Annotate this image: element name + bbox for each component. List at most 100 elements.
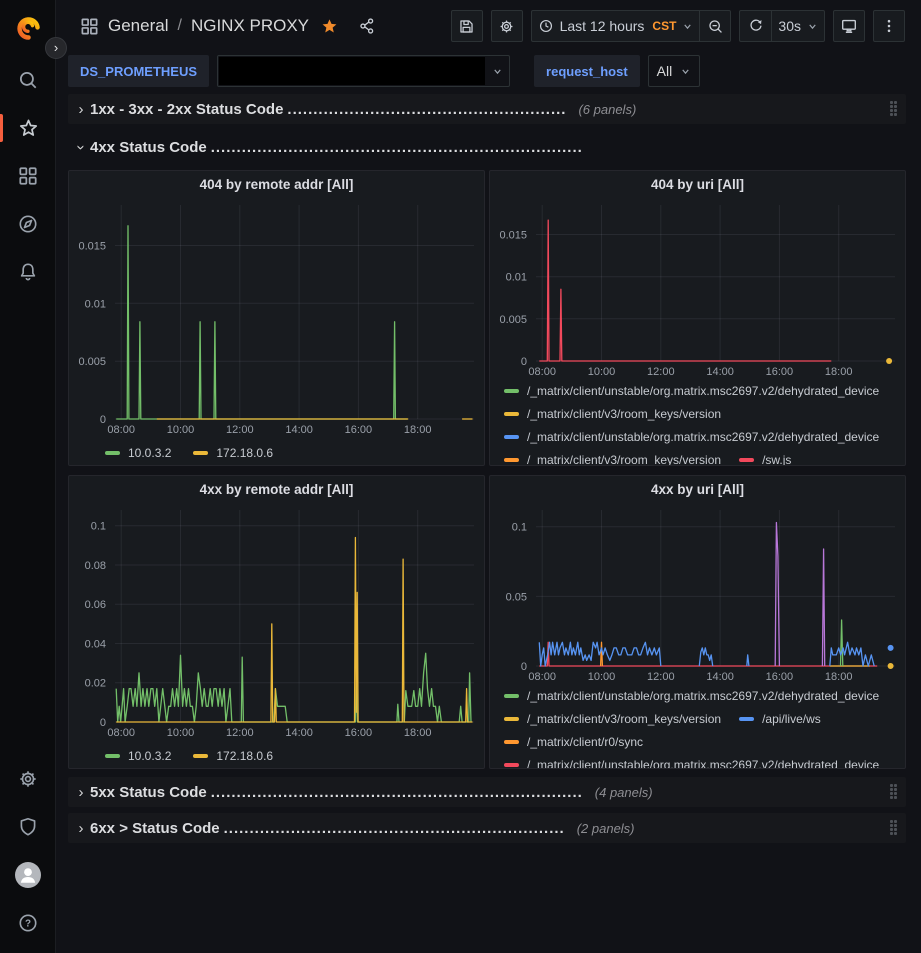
panel-title[interactable]: 4xx by uri [All] <box>490 476 905 502</box>
row-header-6xx[interactable]: › 6xx > Status Code ....................… <box>68 813 906 843</box>
svg-text:14:00: 14:00 <box>285 424 313 436</box>
variable-value-request-host[interactable]: All <box>648 55 701 87</box>
sidebar-item-search[interactable] <box>0 56 56 104</box>
legend-item[interactable]: /sw.js <box>739 448 791 466</box>
legend-item[interactable]: /_matrix/client/unstable/org.matrix.msc2… <box>504 753 879 769</box>
svg-text:0.005: 0.005 <box>78 356 106 368</box>
svg-text:0.01: 0.01 <box>506 272 527 284</box>
legend-item[interactable]: /api/live/ws <box>739 707 821 730</box>
panel-title[interactable]: 404 by remote addr [All] <box>69 171 484 197</box>
chevron-right-icon: › <box>72 820 90 837</box>
refresh-interval-picker[interactable]: 30s <box>771 10 825 42</box>
panel-404-by-uri: 404 by uri [All] 00.0050.010.01508:0010:… <box>489 170 906 466</box>
svg-text:0: 0 <box>521 356 527 368</box>
panel-legend: /_matrix/client/unstable/org.matrix.msc2… <box>490 684 905 769</box>
legend-item[interactable]: /_matrix/client/v3/room_keys/version <box>504 402 721 425</box>
apps-grid-icon <box>17 165 39 187</box>
svg-text:0.04: 0.04 <box>85 639 106 651</box>
sidebar-item-profile[interactable] <box>0 851 56 899</box>
timeseries-plot[interactable]: 00.0050.010.01508:0010:0012:0014:0016:00… <box>490 197 905 379</box>
legend-series-label: /_matrix/client/v3/room_keys/version <box>527 407 721 421</box>
sidebar-item-alerting[interactable] <box>0 248 56 296</box>
svg-text:08:00: 08:00 <box>107 424 135 436</box>
cycle-view-mode-button[interactable] <box>833 10 865 42</box>
legend-item[interactable]: 10.0.3.2 <box>105 441 171 464</box>
legend-item[interactable]: /_matrix/client/r0/sync <box>504 730 643 753</box>
svg-text:0.005: 0.005 <box>499 314 527 326</box>
breadcrumb-folder[interactable]: General <box>108 16 168 36</box>
svg-text:08:00: 08:00 <box>107 727 135 739</box>
svg-text:08:00: 08:00 <box>528 671 556 683</box>
variable-value-ds-prometheus[interactable] <box>217 55 510 87</box>
variable-label-request-host[interactable]: request_host <box>534 55 640 87</box>
zoom-out-time-button[interactable] <box>699 10 731 42</box>
timeseries-plot[interactable]: 00.050.108:0010:0012:0014:0016:0018:00 <box>490 502 905 684</box>
panel-4xx-by-uri: 4xx by uri [All] 00.050.108:0010:0012:00… <box>489 475 906 769</box>
legend-item[interactable]: /_matrix/client/unstable/org.matrix.msc2… <box>504 684 879 707</box>
time-range-picker[interactable]: Last 12 hours CST <box>531 10 700 42</box>
settings-gear-icon <box>498 18 515 35</box>
legend-item[interactable]: /_matrix/client/unstable/org.matrix.msc2… <box>504 379 879 402</box>
timeseries-plot[interactable]: 00.020.040.060.080.108:0010:0012:0014:00… <box>69 502 484 740</box>
panel-legend: /_matrix/client/unstable/org.matrix.msc2… <box>490 379 905 466</box>
svg-text:18:00: 18:00 <box>825 366 853 378</box>
svg-text:10:00: 10:00 <box>167 727 195 739</box>
row-drag-handle[interactable] <box>890 101 898 117</box>
legend-series-label: /_matrix/client/v3/room_keys/version <box>527 712 721 726</box>
panel-title[interactable]: 404 by uri [All] <box>490 171 905 197</box>
timeseries-plot[interactable]: 00.0050.010.01508:0010:0012:0014:0016:00… <box>69 197 484 437</box>
alert-bell-icon <box>17 261 39 283</box>
legend-item[interactable]: /_matrix/client/unstable/org.matrix.msc2… <box>504 425 879 448</box>
row-header-4xx[interactable]: › 4xx Status Code ......................… <box>68 132 906 162</box>
breadcrumb: General / NGINX PROXY <box>80 15 378 38</box>
svg-text:0.06: 0.06 <box>85 599 106 611</box>
sidebar-item-starred[interactable] <box>0 104 56 152</box>
legend-item[interactable]: 172.18.0.6 <box>193 441 273 464</box>
search-icon <box>17 69 39 91</box>
more-options-button[interactable] <box>873 10 905 42</box>
sidebar-item-server-admin[interactable] <box>0 803 56 851</box>
row-header-1xx-3xx-2xx[interactable]: › 1xx - 3xx - 2xx Status Code ..........… <box>68 94 906 124</box>
svg-text:18:00: 18:00 <box>825 671 853 683</box>
svg-text:12:00: 12:00 <box>647 366 675 378</box>
row-header-5xx[interactable]: › 5xx Status Code ......................… <box>68 777 906 807</box>
legend-series-label: 10.0.3.2 <box>128 446 171 460</box>
kebab-menu-icon <box>882 18 896 34</box>
chevron-down-icon <box>492 66 503 77</box>
navbar-actions: Last 12 hours CST 30s <box>451 10 905 42</box>
variable-label-ds-prometheus[interactable]: DS_PROMETHEUS <box>68 55 209 87</box>
panel-title[interactable]: 4xx by remote addr [All] <box>69 476 484 502</box>
legend-item[interactable]: 10.0.3.2 <box>105 744 171 767</box>
row-title: 5xx Status Code <box>90 784 207 801</box>
dashboard-settings-button[interactable] <box>491 10 523 42</box>
svg-text:08:00: 08:00 <box>528 366 556 378</box>
gear-icon <box>17 768 39 790</box>
favorite-star-button[interactable] <box>318 15 341 38</box>
top-navbar: General / NGINX PROXY <box>56 0 921 52</box>
legend-item[interactable]: /_matrix/client/v3/room_keys/version <box>504 707 721 730</box>
row-panel-count: (2 panels) <box>577 821 635 836</box>
save-dashboard-button[interactable] <box>451 10 483 42</box>
sidebar-item-explore[interactable] <box>0 200 56 248</box>
svg-text:14:00: 14:00 <box>706 671 734 683</box>
sidebar-item-configuration[interactable] <box>0 755 56 803</box>
svg-text:0.08: 0.08 <box>85 560 106 572</box>
row-drag-handle[interactable] <box>890 784 898 800</box>
panel-legend: 10.0.3.2 172.18.0.6 <box>69 740 484 767</box>
legend-item[interactable]: 172.18.0.6 <box>193 744 273 767</box>
shield-icon <box>17 816 39 838</box>
sidebar-item-help[interactable]: ? <box>0 899 56 947</box>
share-button[interactable] <box>356 15 378 37</box>
sidebar-expand-button[interactable]: › <box>45 37 67 59</box>
legend-item[interactable]: /_matrix/client/v3/room_keys/version <box>504 448 721 466</box>
row-drag-handle[interactable] <box>890 820 898 836</box>
svg-text:12:00: 12:00 <box>226 424 254 436</box>
dashboard-title[interactable]: NGINX PROXY <box>191 16 309 36</box>
svg-text:12:00: 12:00 <box>647 671 675 683</box>
legend-series-label: 172.18.0.6 <box>216 446 273 460</box>
sidebar-item-dashboards[interactable] <box>0 152 56 200</box>
star-icon <box>17 117 40 140</box>
chevron-down-icon: › <box>73 138 90 156</box>
legend-series-label: /_matrix/client/unstable/org.matrix.msc2… <box>527 384 879 398</box>
refresh-button[interactable] <box>739 10 771 42</box>
